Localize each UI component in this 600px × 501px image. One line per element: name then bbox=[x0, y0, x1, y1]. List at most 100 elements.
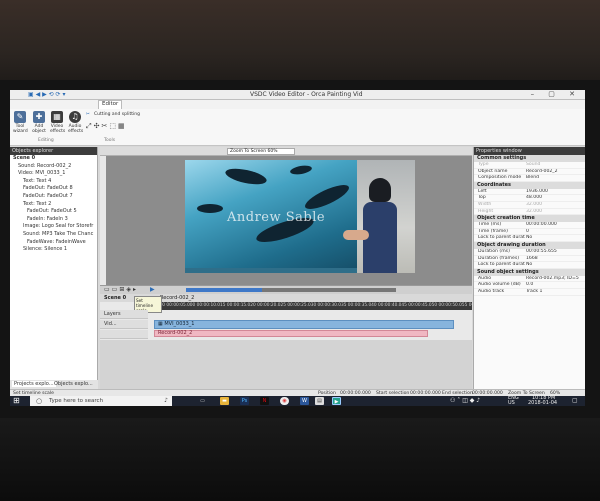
orca-shape bbox=[224, 165, 268, 188]
tool-wizard-button[interactable]: ✎ Tool wizard bbox=[13, 111, 28, 134]
property-value[interactable]: 0 bbox=[526, 229, 585, 235]
tools-icons[interactable]: ⤢✣✂⬚▦ bbox=[86, 122, 127, 131]
netflix-icon[interactable]: N bbox=[260, 397, 269, 405]
notification-icon[interactable]: ▢ bbox=[572, 398, 578, 404]
property-value[interactable]: 32.000 bbox=[526, 202, 585, 208]
property-value[interactable]: 00:00:00.000 bbox=[526, 222, 585, 228]
property-value[interactable]: Blend bbox=[526, 175, 585, 181]
property-row[interactable]: Time (ms) 00:00:00.000 bbox=[474, 222, 585, 229]
orca-shape bbox=[302, 180, 352, 214]
render-progress-bar bbox=[186, 288, 396, 292]
document-icon[interactable]: ▤ bbox=[315, 397, 324, 405]
vertical-ruler bbox=[100, 156, 106, 285]
property-row[interactable]: Audio track Track 1 bbox=[474, 289, 585, 296]
tab-clip[interactable]: Record-002_2 bbox=[160, 294, 194, 302]
photoshop-icon[interactable]: Ps bbox=[240, 397, 249, 405]
property-key: Type bbox=[478, 162, 489, 167]
property-value[interactable]: 0.0 bbox=[526, 282, 585, 288]
property-value[interactable]: 1936.000 bbox=[526, 189, 585, 195]
tab-editor[interactable]: Editor bbox=[98, 100, 123, 109]
cutting-split-icon[interactable]: ✂ bbox=[86, 112, 90, 117]
windows-start-icon[interactable]: ⊞ bbox=[13, 397, 23, 405]
property-section-head[interactable]: Common settings bbox=[474, 155, 585, 162]
zoom-dropdown[interactable]: Zoom To Screen 60% bbox=[227, 148, 295, 155]
play-icon[interactable]: ▶ bbox=[150, 286, 155, 293]
word-icon[interactable]: W bbox=[300, 397, 309, 405]
property-value[interactable]: 00:00:55.655 bbox=[526, 249, 585, 255]
property-row[interactable]: Time (frame) 0 bbox=[474, 229, 585, 236]
add-object-button[interactable]: ✚ Add object bbox=[32, 111, 46, 134]
property-row[interactable]: Audio volume (dB) 0.0 bbox=[474, 282, 585, 289]
track-audio[interactable] bbox=[100, 330, 148, 339]
tab-scene[interactable]: Scene 0 bbox=[104, 294, 126, 302]
timeline-tool-icons[interactable]: ▭▭⊞◈▸ bbox=[104, 286, 138, 293]
property-value[interactable]: Sound bbox=[526, 162, 585, 168]
timeline-empty-area[interactable] bbox=[100, 340, 472, 390]
track-video[interactable]: Vid... bbox=[100, 320, 148, 329]
tree-item[interactable]: Video: MVI_0033_1 bbox=[10, 170, 97, 178]
property-row[interactable]: Duration (frames) 1668 bbox=[474, 256, 585, 263]
property-section-head[interactable]: Object creation time bbox=[474, 215, 585, 223]
chrome-icon[interactable]: ◉ bbox=[280, 397, 289, 405]
property-value[interactable]: No bbox=[526, 235, 585, 241]
taskbar-search-input[interactable]: ○ Type here to search ♪ bbox=[30, 396, 172, 406]
tree-item[interactable]: FadeIn: FadeIn 3 bbox=[10, 216, 97, 224]
property-value[interactable]: Record-002_2 bbox=[526, 169, 585, 175]
tree-item[interactable]: Sound: Record-002_2 bbox=[10, 163, 97, 171]
property-value[interactable]: 32.000 bbox=[526, 209, 585, 215]
audio-clip[interactable]: Record-002_2 bbox=[154, 330, 428, 337]
property-section-head[interactable]: Coordinates bbox=[474, 181, 585, 189]
property-row[interactable]: Top 48.000 bbox=[474, 195, 585, 202]
property-row[interactable]: Object name Record-002_2 bbox=[474, 169, 585, 176]
cutting-splitting-label[interactable]: Cutting and splitting bbox=[94, 112, 140, 117]
property-value[interactable]: 1668 bbox=[526, 256, 585, 262]
property-key: Audio volume (dB) bbox=[478, 282, 521, 288]
tree-item[interactable]: Image: Logo Seal for Storefr bbox=[10, 223, 97, 231]
orca-shape bbox=[289, 164, 313, 176]
properties-title: Properties window bbox=[474, 147, 585, 155]
property-row[interactable]: Height 32.000 bbox=[474, 209, 585, 216]
property-value[interactable]: 48.000 bbox=[526, 195, 585, 201]
explorer-tabs: Projects explo... Objects explo... bbox=[10, 380, 98, 389]
audio-effects-button[interactable]: ♫ Audio effects bbox=[68, 111, 83, 134]
tree-item[interactable]: FadeOut: FadeOut 5 bbox=[10, 208, 97, 216]
task-view-icon[interactable]: ▭ bbox=[198, 397, 207, 405]
microphone-icon[interactable]: ♪ bbox=[164, 396, 168, 406]
tree-item[interactable]: Text: Text 4 bbox=[10, 178, 97, 186]
tree-item[interactable]: Sound: MP3 Take The Chanc bbox=[10, 231, 97, 239]
tab-projects-explorer[interactable]: Projects explo... bbox=[12, 381, 56, 387]
property-row[interactable]: Left 1936.000 bbox=[474, 189, 585, 196]
tray-icons[interactable]: ⚇ ˄ ◫ ◆ ♪ bbox=[450, 398, 480, 404]
artist-arm bbox=[343, 230, 369, 240]
property-key: Width bbox=[478, 201, 492, 207]
video-effects-button[interactable]: ▦ Video effects bbox=[50, 111, 65, 134]
tree-item-scene[interactable]: Scene 0 bbox=[10, 155, 97, 163]
file-explorer-icon[interactable]: ▬ bbox=[220, 397, 229, 405]
timeline-ruler[interactable]: 00.000 00:00:05.000 00:00:10.015 00:00:1… bbox=[148, 302, 472, 310]
tree-item[interactable]: Text: Text 2 bbox=[10, 201, 97, 209]
video-clip[interactable]: ▦ MVI_0033_1 bbox=[154, 320, 454, 329]
property-value[interactable]: Record-002.mp3; ID=5 bbox=[526, 276, 585, 282]
property-section-head[interactable]: Sound object settings bbox=[474, 268, 585, 276]
tab-objects-explorer[interactable]: Objects explo... bbox=[54, 381, 93, 387]
tree-item[interactable]: Silence: Silence 1 bbox=[10, 246, 97, 254]
property-row[interactable]: Duration (ms) 00:00:55.655 bbox=[474, 249, 585, 256]
property-row[interactable]: Audio Record-002.mp3; ID=5 bbox=[474, 276, 585, 283]
window-controls[interactable]: – ▢ ✕ bbox=[531, 90, 581, 98]
quick-access-toolbar[interactable]: ▣ ◀ ▶ ⟲ ⟳ ▾ bbox=[28, 91, 66, 98]
tree-item[interactable]: FadeOut: FadeOut 8 bbox=[10, 185, 97, 193]
property-value[interactable]: Track 1 bbox=[526, 289, 585, 295]
property-row[interactable]: Lock to parent durat No bbox=[474, 262, 585, 269]
tree-item[interactable]: FadeOut: FadeOut 7 bbox=[10, 193, 97, 201]
property-key: Time (frame) bbox=[478, 228, 508, 234]
property-section-head[interactable]: Object drawing duration bbox=[474, 241, 585, 249]
track-layers[interactable]: Layers bbox=[100, 310, 148, 319]
video-preview[interactable]: Andrew Sable bbox=[185, 160, 415, 273]
property-row[interactable]: Composition mode Blend bbox=[474, 175, 585, 182]
property-row[interactable]: Width 32.000 bbox=[474, 202, 585, 209]
tree-item[interactable]: FadeWave: FadeinWave bbox=[10, 239, 97, 247]
vsdc-taskbar-icon[interactable]: ▶ bbox=[332, 397, 341, 405]
property-value[interactable]: No bbox=[526, 262, 585, 268]
property-row[interactable]: Lock to parent durat No bbox=[474, 235, 585, 242]
property-row[interactable]: Type Sound bbox=[474, 162, 585, 169]
